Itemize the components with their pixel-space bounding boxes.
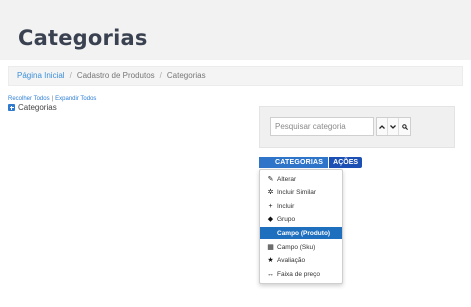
tree-controls: Recolher Todos | Expandir Todos [8,96,96,102]
breadcrumb-separator: / [69,71,72,80]
menu-item-alterar[interactable]: ✎ Alterar [260,173,342,185]
search-down-button[interactable] [388,118,399,135]
tree-controls-separator: | [51,96,54,102]
star-icon: ★ [267,257,274,264]
menu-item-campo-produto[interactable]: ▪ Campo (Produto) [260,227,342,239]
menu-item-label: Avaliação [277,256,306,264]
menu-item-label: Campo (Sku) [277,243,316,251]
breadcrumb-item-current: Categorias [166,71,206,80]
breadcrumb-item-cadastro[interactable]: Cadastro de Produtos [77,71,155,80]
menu-item-incluir[interactable]: + Incluir [260,200,342,212]
search-input[interactable] [270,117,374,136]
tag-icon: ◆ [267,216,274,223]
menu-item-label: Campo (Produto) [277,229,331,237]
search-panel [259,106,455,148]
menu-item-label: Grupo [277,215,296,223]
field-icon: ▪ [269,229,272,237]
category-bar-handle [259,157,267,168]
pencil-icon: ✎ [267,176,274,183]
page-title: Categorias [18,26,148,50]
tree-root-node[interactable]: Categorias [8,103,57,112]
expand-plus-icon[interactable] [8,104,15,111]
menu-item-label: Alterar [277,175,297,183]
actions-dropdown-menu: ✎ Alterar ✲ Incluir Similar + Incluir ◆ Grup… [259,169,343,284]
search-up-button[interactable] [377,118,388,135]
gear-icon: ✲ [267,189,274,196]
menu-item-label: Faixa de preço [277,270,320,278]
category-bar-label[interactable]: CATEGORIAS [267,157,329,168]
menu-item-label: Incluir [277,202,295,210]
expand-all-link[interactable]: Expandir Todos [55,96,96,102]
breadcrumb-home-link[interactable]: Página Inicial [17,71,65,80]
menu-item-campo-sku[interactable]: ▦ Campo (Sku) [260,241,342,253]
grid-icon: ▦ [267,244,274,251]
menu-item-label: Incluir Similar [277,188,317,196]
menu-item-incluir-similar[interactable]: ✲ Incluir Similar [260,186,342,198]
breadcrumb-separator: / [159,71,162,80]
search-button-group [376,117,411,136]
actions-dropdown-toggle[interactable]: AÇÕES [328,157,363,168]
chevron-down-icon [390,124,396,129]
page-header: Categorias [0,0,471,60]
plus-icon: + [268,202,273,210]
collapse-all-link[interactable]: Recolher Todos [8,96,50,102]
search-button[interactable] [399,118,410,135]
range-icon: ↔ [267,270,274,278]
chevron-up-icon [379,124,385,129]
menu-item-grupo[interactable]: ◆ Grupo [260,213,342,225]
category-bar: CATEGORIAS AÇÕES [259,157,363,168]
tree-root-label[interactable]: Categorias [18,103,57,112]
menu-item-avaliacao[interactable]: ★ Avaliação [260,254,342,266]
search-icon [401,123,408,130]
breadcrumb: Página Inicial / Cadastro de Produtos / Cate… [8,66,463,86]
menu-item-faixa-de-preco[interactable]: ↔ Faixa de preço [260,268,342,280]
